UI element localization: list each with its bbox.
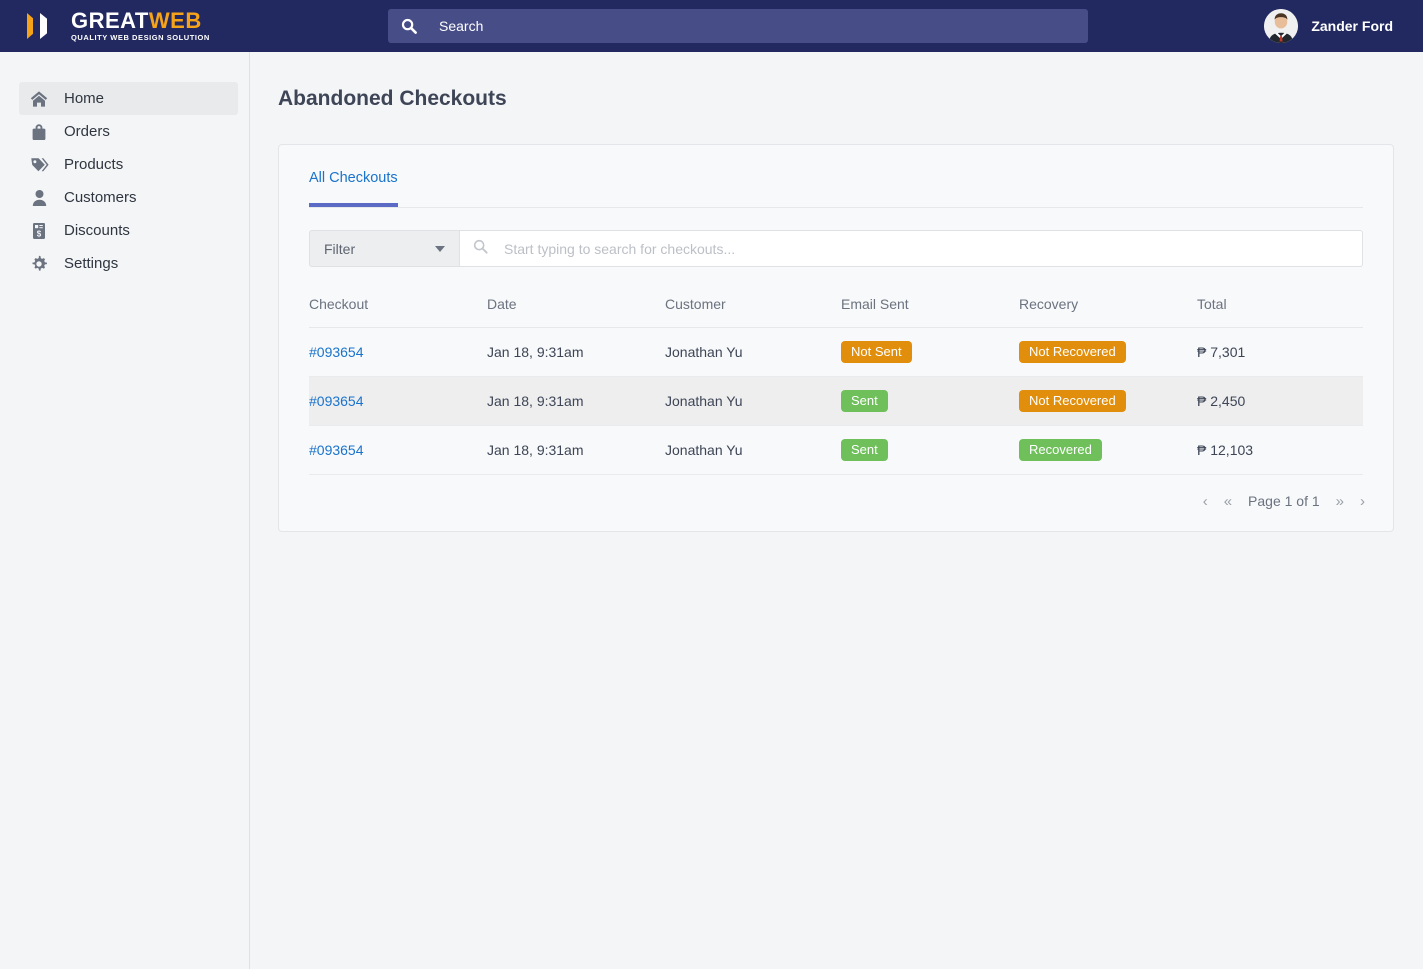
cell-customer: Jonathan Yu	[665, 376, 841, 426]
main-content: Abandoned Checkouts All Checkouts Filter	[250, 52, 1423, 969]
cell-date: Jan 18, 9:31am	[487, 327, 665, 377]
user-name-label: Zander Ford	[1311, 18, 1393, 34]
column-header-recovery: Recovery	[1019, 267, 1197, 328]
brand-name: GREATWEB	[71, 10, 210, 32]
search-icon	[473, 239, 488, 259]
brand-tagline: QUALITY WEB DESIGN SOLUTION	[71, 33, 210, 43]
checkout-search-box[interactable]	[459, 230, 1363, 267]
cell-total: ₱ 12,103	[1197, 425, 1363, 475]
checkout-search-input[interactable]	[502, 231, 1362, 266]
cell-customer: Jonathan Yu	[665, 425, 841, 475]
sidebar-item-home[interactable]: Home	[19, 82, 238, 115]
sidebar-item-settings[interactable]: Settings	[19, 247, 238, 280]
table-header-row: Checkout Date Customer Email Sent Recove…	[309, 267, 1363, 328]
pagination-prev-button[interactable]: ‹	[1203, 494, 1208, 509]
brand-logo[interactable]: GREATWEB QUALITY WEB DESIGN SOLUTION	[0, 0, 250, 52]
chevron-down-icon	[435, 245, 445, 252]
cell-email-sent: Not Sent	[841, 327, 1019, 377]
global-search-input[interactable]	[437, 11, 1037, 41]
brand-logo-text: GREATWEB QUALITY WEB DESIGN SOLUTION	[71, 10, 210, 42]
tab-all-checkouts[interactable]: All Checkouts	[309, 170, 398, 207]
column-header-date: Date	[487, 267, 665, 328]
cell-checkout: #093654	[309, 376, 487, 426]
status-badge-email-sent: Not Sent	[841, 341, 912, 363]
table-row: #093654 Jan 18, 9:31am Jonathan Yu Not S…	[309, 327, 1363, 377]
svg-text:$: $	[37, 229, 42, 238]
search-icon	[401, 18, 417, 34]
discount-document-icon: $	[28, 222, 50, 240]
cell-checkout: #093654	[309, 425, 487, 475]
double-chevron-logo-icon	[27, 13, 63, 39]
brand-name-part2: WEB	[148, 8, 202, 34]
table-row: #093654 Jan 18, 9:31am Jonathan Yu Sent …	[309, 376, 1363, 426]
bag-icon	[28, 123, 50, 141]
sidebar-item-label: Customers	[64, 189, 137, 206]
checkout-link[interactable]: #093654	[309, 442, 364, 458]
sidebar-item-label: Settings	[64, 255, 119, 272]
cell-recovery: Not Recovered	[1019, 327, 1197, 377]
sidebar-item-label: Discounts	[64, 222, 130, 239]
cell-email-sent: Sent	[841, 425, 1019, 475]
table-row: #093654 Jan 18, 9:31am Jonathan Yu Sent …	[309, 425, 1363, 475]
sidebar-item-label: Home	[64, 90, 105, 107]
cell-email-sent: Sent	[841, 376, 1019, 426]
column-header-checkout: Checkout	[309, 267, 487, 328]
filter-row: Filter	[309, 230, 1363, 267]
column-header-customer: Customer	[665, 267, 841, 328]
avatar	[1264, 9, 1299, 43]
table-body: #093654 Jan 18, 9:31am Jonathan Yu Not S…	[309, 327, 1363, 475]
status-badge-recovery: Not Recovered	[1019, 341, 1126, 363]
sidebar-item-discounts[interactable]: $ Discounts	[19, 214, 238, 247]
brand-name-part1: GREAT	[71, 8, 149, 34]
user-icon	[28, 189, 50, 207]
pagination: ‹ « Page 1 of 1 » ›	[279, 475, 1393, 531]
sidebar-item-customers[interactable]: Customers	[19, 181, 238, 214]
status-badge-email-sent: Sent	[841, 390, 888, 412]
tab-bar: All Checkouts	[309, 145, 1363, 208]
sidebar-item-products[interactable]: Products	[19, 148, 238, 181]
table-header: Checkout Date Customer Email Sent Recove…	[309, 267, 1363, 328]
cell-customer: Jonathan Yu	[665, 327, 841, 377]
status-badge-recovery: Recovered	[1019, 439, 1102, 461]
pagination-label: Page 1 of 1	[1248, 493, 1320, 509]
status-badge-email-sent: Sent	[841, 439, 888, 461]
global-search-box[interactable]	[388, 9, 1088, 43]
checkout-link[interactable]: #093654	[309, 393, 364, 409]
user-menu[interactable]: Zander Ford	[1264, 0, 1393, 52]
checkout-link[interactable]: #093654	[309, 344, 364, 360]
top-header-bar: GREATWEB QUALITY WEB DESIGN SOLUTION Sea…	[0, 0, 1423, 52]
sidebar-item-label: Products	[64, 156, 124, 173]
pagination-first-button[interactable]: «	[1224, 494, 1232, 509]
checkouts-card: All Checkouts Filter Checkout	[278, 144, 1394, 532]
cell-recovery: Recovered	[1019, 425, 1197, 475]
cell-recovery: Not Recovered	[1019, 376, 1197, 426]
column-header-total: Total	[1197, 267, 1363, 328]
pagination-next-button[interactable]: ›	[1360, 494, 1365, 509]
filter-dropdown-label: Filter	[324, 240, 356, 257]
checkouts-table: Checkout Date Customer Email Sent Recove…	[309, 267, 1363, 475]
cell-date: Jan 18, 9:31am	[487, 425, 665, 475]
cell-date: Jan 18, 9:31am	[487, 376, 665, 426]
column-header-email-sent: Email Sent	[841, 267, 1019, 328]
cell-total: ₱ 2,450	[1197, 376, 1363, 426]
status-badge-recovery: Not Recovered	[1019, 390, 1126, 412]
page-title: Abandoned Checkouts	[278, 87, 507, 110]
tag-icon	[28, 156, 50, 174]
sidebar-navigation: Home Orders Products Customers $ Discoun…	[0, 52, 250, 969]
filter-dropdown[interactable]: Filter	[309, 230, 459, 267]
sidebar-item-label: Orders	[64, 123, 110, 140]
pagination-last-button[interactable]: »	[1336, 494, 1344, 509]
cell-checkout: #093654	[309, 327, 487, 377]
gear-icon	[28, 255, 50, 273]
sidebar-item-orders[interactable]: Orders	[19, 115, 238, 148]
cell-total: ₱ 7,301	[1197, 327, 1363, 377]
home-icon	[28, 90, 50, 108]
